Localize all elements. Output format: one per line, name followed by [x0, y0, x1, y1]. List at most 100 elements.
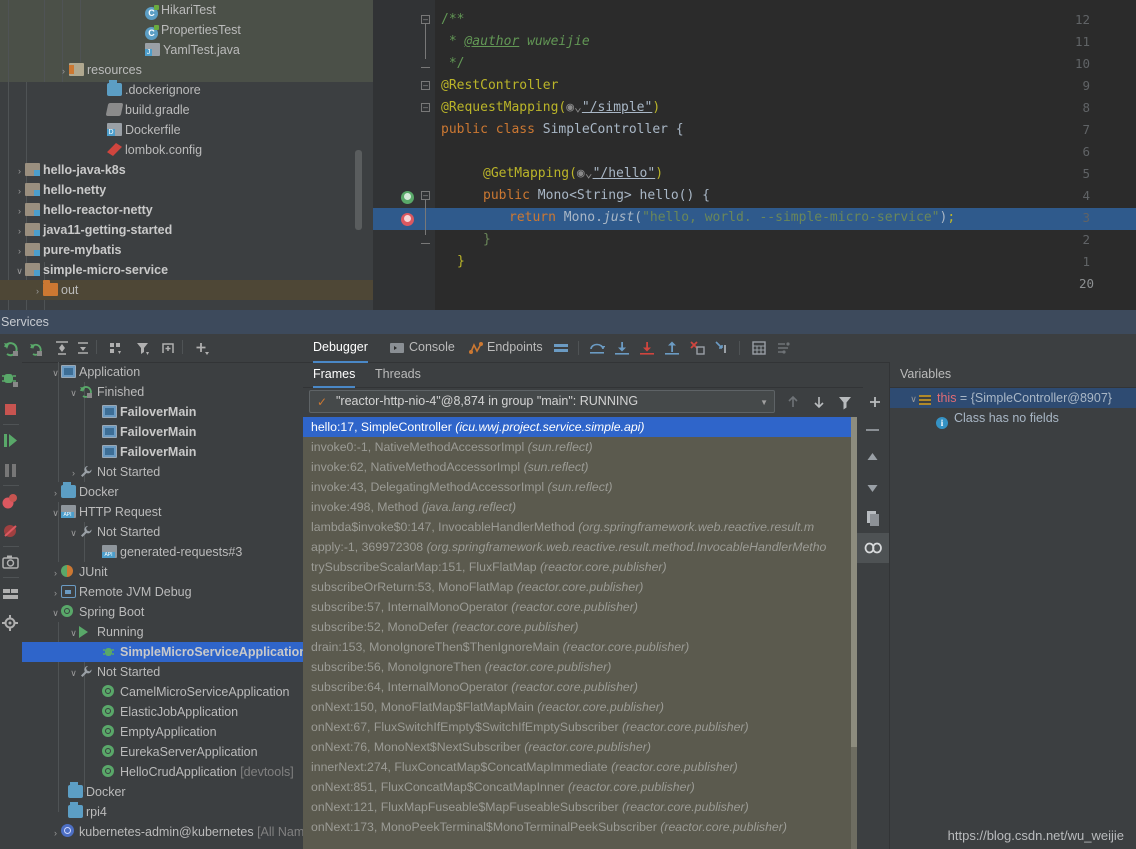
services-title-bar[interactable]: Services	[0, 310, 1136, 334]
breakpoint-icon[interactable]	[401, 213, 414, 226]
fold-collapse-icon[interactable]: –	[421, 81, 430, 90]
console-icon[interactable]	[389, 340, 405, 356]
frame-row[interactable]: onNext:76, MonoNext$NextSubscriber (reac…	[303, 737, 857, 757]
code-text-area[interactable]: /** * @author wuweijie */ @RestControlle…	[435, 0, 1136, 310]
frame-row[interactable]: onNext:67, FluxSwitchIfEmpty$SwitchIfEmp…	[303, 717, 857, 737]
frame-row[interactable]: onNext:121, FluxMapFuseable$MapFuseableS…	[303, 797, 857, 817]
tab-console[interactable]: Console	[409, 334, 455, 361]
frame-row[interactable]: subscribe:64, InternalMonoOperator (reac…	[303, 677, 857, 697]
chevron-right-icon[interactable]: ›	[14, 241, 25, 261]
frame-row[interactable]: subscribeOrReturn:53, MonoFlatMap (react…	[303, 577, 857, 597]
step-into-icon[interactable]	[614, 340, 630, 356]
debug-action-strip[interactable]	[0, 334, 23, 849]
tree-item-hikaritest[interactable]: C HikariTest	[0, 0, 373, 20]
tab-debugger[interactable]: Debugger	[313, 334, 368, 363]
tab-frames[interactable]: Frames	[313, 362, 356, 388]
tree-item-dockerignore[interactable]: .dockerignore	[0, 80, 373, 100]
frame-row[interactable]: apply:-1, 369972308 (org.springframework…	[303, 537, 857, 557]
view-breakpoints-icon[interactable]	[0, 486, 22, 516]
endpoints-icon[interactable]	[468, 340, 484, 356]
mapping-path[interactable]: "/hello"	[593, 166, 656, 181]
tree-item-hello-java-k8s[interactable]: › hello-java-k8s	[0, 160, 373, 180]
evaluate-icon[interactable]	[751, 340, 767, 356]
service-node-generated-requests[interactable]: generated-requests#3	[22, 542, 303, 562]
chevron-down-icon[interactable]: ∨	[50, 603, 61, 623]
service-node-remote-jvm-debug[interactable]: › Remote JVM Debug	[22, 582, 303, 602]
tree-item-resources[interactable]: › resources	[0, 60, 373, 80]
rerun-icon[interactable]	[28, 340, 44, 356]
tree-item-propertiestest[interactable]: C PropertiesTest	[0, 20, 373, 40]
frame-row[interactable]: innerNext:274, FluxConcatMap$ConcatMapIm…	[303, 757, 857, 777]
call-stack-frames-list[interactable]: hello:17, SimpleController (icu.wwj.proj…	[303, 417, 857, 849]
chevron-down-icon[interactable]: ∨	[50, 503, 61, 523]
tree-item-hello-netty[interactable]: › hello-netty	[0, 180, 373, 200]
chevron-down-icon[interactable]: ∨	[68, 663, 79, 683]
chevron-down-icon[interactable]: ▼	[760, 398, 768, 407]
frame-row[interactable]: onNext:173, MonoPeekTerminal$MonoTermina…	[303, 817, 857, 837]
variable-row-this[interactable]: ∨ this = {SimpleController@8907}	[890, 388, 1136, 408]
fold-end-icon[interactable]	[421, 59, 430, 68]
group-by-icon[interactable]	[108, 340, 124, 356]
minus-icon[interactable]	[857, 417, 889, 443]
service-node-docker[interactable]: Docker	[22, 782, 303, 802]
frame-row[interactable]: invoke:62, NativeMethodAccessorImpl (sun…	[303, 457, 857, 477]
add-icon[interactable]	[867, 394, 883, 410]
down-triangle-icon[interactable]	[857, 473, 889, 503]
settings-icon[interactable]	[776, 340, 792, 356]
mapping-path[interactable]: "/simple"	[582, 100, 652, 115]
tree-item-dockerfile[interactable]: Dockerfile	[0, 120, 373, 140]
chevron-right-icon[interactable]: ›	[14, 161, 25, 181]
layout-settings-icon[interactable]	[553, 341, 569, 357]
fold-collapse-icon[interactable]: –	[421, 103, 430, 112]
service-node-http-request[interactable]: ∨ HTTP Request	[22, 502, 303, 522]
thread-selector-bar[interactable]: ✓ "reactor-http-nio-4"@8,874 in group "m…	[303, 387, 880, 417]
frame-row[interactable]: subscribe:56, MonoIgnoreThen (reactor.co…	[303, 657, 857, 677]
variables-panel[interactable]: Variables ∨ this = {SimpleController@8907…	[889, 362, 1136, 849]
service-node-spring-boot[interactable]: ∨ Spring Boot	[22, 602, 303, 622]
settings-icon[interactable]	[0, 608, 22, 638]
chevron-right-icon[interactable]: ›	[14, 201, 25, 221]
expand-all-icon[interactable]	[54, 340, 70, 356]
url-gutter-icon[interactable]: ◉⌄	[577, 166, 593, 181]
services-tree-panel[interactable]: ∨ Application ∨ Finished FailoverMain Fail…	[22, 334, 303, 849]
chevron-right-icon[interactable]: ›	[50, 583, 61, 603]
filter-icon[interactable]	[837, 394, 853, 410]
step-out-icon[interactable]	[664, 340, 680, 356]
frame-row[interactable]: onNext:851, FluxConcatMap$ConcatMapInner…	[303, 777, 857, 797]
service-node-eurekaserverapplication[interactable]: EurekaServerApplication	[22, 742, 303, 762]
chevron-right-icon[interactable]: ›	[50, 483, 61, 503]
frame-row[interactable]: lambda$invoke$0:147, InvocableHandlerMet…	[303, 517, 857, 537]
force-step-into-icon[interactable]	[639, 340, 655, 356]
chevron-down-icon[interactable]: ∨	[908, 389, 919, 409]
tree-item-lombok-config[interactable]: lombok.config	[0, 140, 373, 160]
service-node-application[interactable]: ∨ Application	[22, 362, 303, 382]
run-to-cursor-icon[interactable]	[714, 340, 730, 356]
service-node-docker[interactable]: › Docker	[22, 482, 303, 502]
service-node-not-started[interactable]: ∨ Not Started	[22, 522, 303, 542]
watch-icon[interactable]	[857, 533, 889, 563]
fold-collapse-icon[interactable]: –	[421, 15, 430, 24]
copy-stack-icon[interactable]	[857, 503, 889, 533]
service-node-failovermain[interactable]: FailoverMain	[22, 422, 303, 442]
mute-breakpoints-icon[interactable]	[0, 516, 22, 546]
service-node-failovermain[interactable]: FailoverMain	[22, 402, 303, 422]
add-icon[interactable]	[194, 340, 210, 356]
chevron-down-icon[interactable]: ∨	[68, 383, 79, 403]
down-arrow-icon[interactable]	[811, 394, 827, 410]
service-node-finished[interactable]: ∨ Finished	[22, 382, 303, 402]
chevron-right-icon[interactable]: ›	[50, 823, 61, 843]
chevron-right-icon[interactable]: ›	[58, 61, 69, 81]
code-editor[interactable]: 12 11 10 9 8 7 6 5 4 3 2 1 20 – – – – /*…	[373, 0, 1136, 310]
frame-row[interactable]: invoke0:-1, NativeMethodAccessorImpl (su…	[303, 437, 857, 457]
frame-row[interactable]: subscribe:57, InternalMonoOperator (reac…	[303, 597, 857, 617]
service-node-kubernetes[interactable]: › kubernetes-admin@kubernetes [All Nam	[22, 822, 303, 842]
service-node-elasticjobapplication[interactable]: ElasticJobApplication	[22, 702, 303, 722]
run-to-line-marker-icon[interactable]	[401, 191, 414, 204]
frame-row[interactable]: trySubscribeScalarMap:151, FluxFlatMap (…	[303, 557, 857, 577]
fold-end-icon[interactable]	[421, 235, 430, 244]
services-toolbar[interactable]	[22, 334, 303, 363]
chevron-down-icon[interactable]: ∨	[14, 261, 25, 281]
chevron-right-icon[interactable]: ›	[32, 281, 43, 301]
frame-row[interactable]: invoke:43, DelegatingMethodAccessorImpl …	[303, 477, 857, 497]
frame-row[interactable]: subscribe:52, MonoDefer (reactor.core.pu…	[303, 617, 857, 637]
